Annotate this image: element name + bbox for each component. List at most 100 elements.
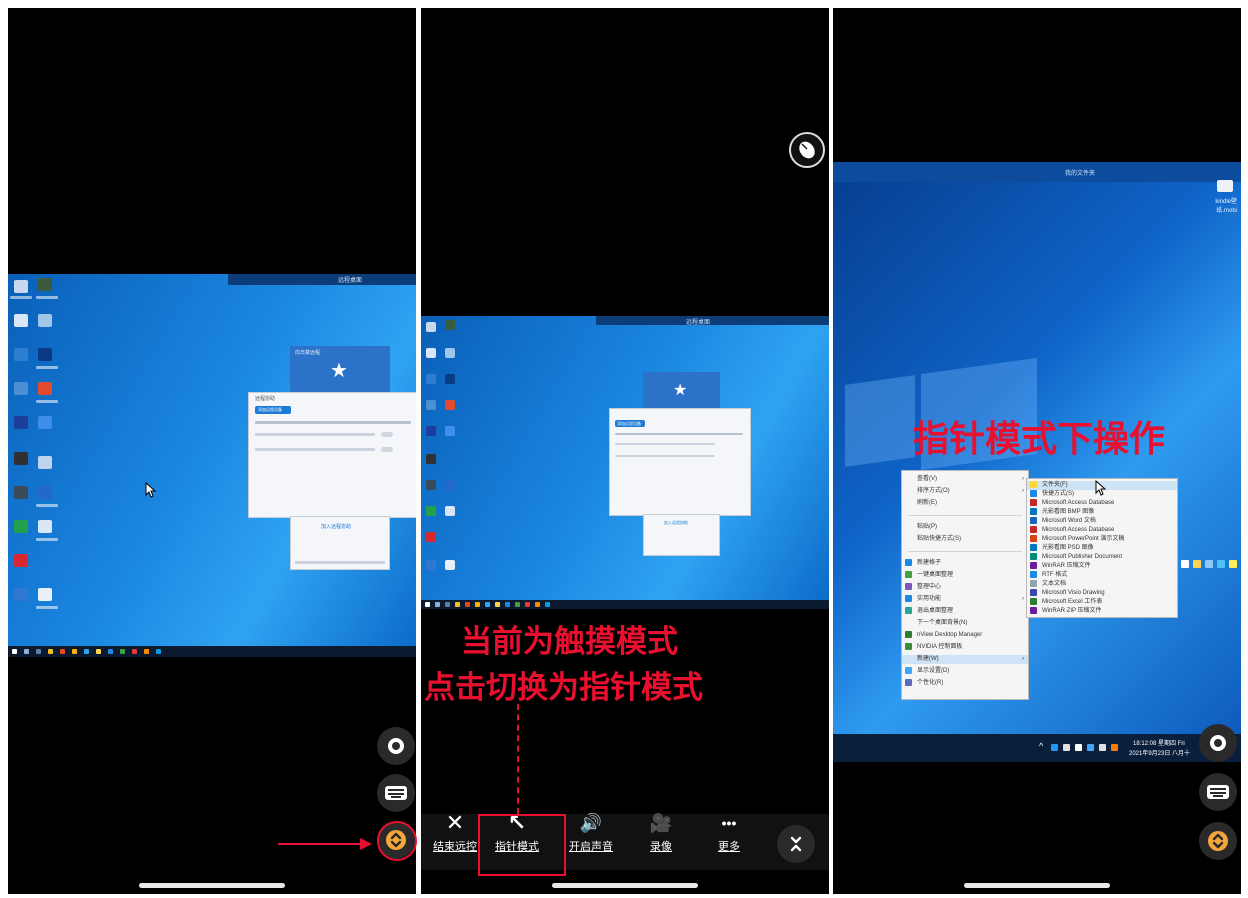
desktop-icon[interactable] — [445, 348, 455, 358]
context-menu-item[interactable]: 排序方式(O) › — [902, 487, 1028, 496]
desktop-icon[interactable] — [426, 454, 436, 464]
submenu-item[interactable]: Microsoft Excel 工作表 — [1027, 598, 1177, 607]
submenu-item[interactable]: Microsoft PowerPoint 演示文稿 — [1027, 535, 1177, 544]
file-icon[interactable] — [1217, 180, 1233, 192]
desktop-icon[interactable] — [426, 348, 436, 358]
clock-date[interactable]: 2021年9月23日 八月十 — [1129, 748, 1190, 757]
taskbar-icon[interactable] — [120, 649, 125, 654]
sound-button[interactable]: 🔊 开启声音 — [561, 808, 621, 868]
context-menu-item[interactable]: 粘贴(P) — [902, 523, 1028, 532]
submenu-item[interactable]: RTF 格式 — [1027, 571, 1177, 580]
taskbar-icon[interactable] — [525, 602, 530, 607]
tray-icon[interactable] — [1063, 744, 1070, 751]
home-indicator[interactable] — [964, 883, 1110, 888]
desktop-icon[interactable] — [426, 400, 436, 410]
tray-icon[interactable] — [1181, 560, 1189, 568]
context-menu-item[interactable]: 粘贴快捷方式(S) — [902, 535, 1028, 544]
taskbar-icon[interactable] — [535, 602, 540, 607]
sunlogin-main-window[interactable]: 添加远程设备 — [609, 408, 751, 516]
start-icon[interactable] — [425, 602, 430, 607]
desktop-icon[interactable] — [14, 486, 28, 499]
desktop-icon[interactable] — [38, 588, 52, 601]
taskbar-icon[interactable] — [108, 649, 113, 654]
tray-icon[interactable] — [1087, 744, 1094, 751]
tray-icon[interactable] — [1099, 744, 1106, 751]
taskbar-icon[interactable] — [505, 602, 510, 607]
desktop-icon[interactable] — [14, 280, 28, 293]
sunlogin-bottom-window[interactable]: 加入远程协助 — [290, 516, 390, 570]
desktop-icon[interactable] — [38, 348, 52, 361]
desktop-icon[interactable] — [445, 374, 455, 384]
context-menu-item[interactable]: 退出桌面整理 — [902, 607, 1028, 616]
taskbar-icon[interactable] — [84, 649, 89, 654]
desktop-icon[interactable] — [14, 416, 28, 429]
taskbar-icon[interactable] — [144, 649, 149, 654]
context-menu-item[interactable]: 刷新(E) — [902, 499, 1028, 508]
table-row[interactable] — [255, 433, 375, 436]
taskbar-icon[interactable] — [60, 649, 65, 654]
keyboard-button[interactable] — [377, 774, 415, 812]
desktop-icon[interactable] — [14, 554, 28, 567]
taskbar-icon[interactable] — [72, 649, 77, 654]
desktop-icon[interactable] — [14, 348, 28, 361]
desktop-icon[interactable] — [426, 322, 436, 332]
submenu-item[interactable]: Microsoft Visio Drawing — [1027, 589, 1177, 598]
taskbar-icon[interactable] — [545, 602, 550, 607]
sunlogin-main-window[interactable]: 远程协助 添加远程设备 — [248, 392, 416, 518]
keyboard-button[interactable] — [1199, 773, 1237, 811]
submenu-item[interactable]: Microsoft Word 文档 — [1027, 517, 1177, 526]
tray-icon[interactable] — [1193, 560, 1201, 568]
expand-toolbar-button[interactable] — [1199, 822, 1237, 860]
desktop-icon[interactable] — [426, 374, 436, 384]
desktop-icon[interactable] — [38, 520, 52, 533]
desktop-icon[interactable] — [14, 588, 28, 601]
taskbar-icon[interactable] — [48, 649, 53, 654]
desktop-icon[interactable] — [14, 520, 28, 533]
end-remote-button[interactable]: ✕ 结束远控 — [425, 808, 485, 868]
taskbar-icon[interactable] — [515, 602, 520, 607]
taskbar-icon[interactable] — [24, 649, 29, 654]
submenu-item[interactable]: 光影看图 BMP 图像 — [1027, 508, 1177, 517]
remote-desktop-2[interactable]: 远程桌面 ★ 添加远程设备 加入远程协助 — [421, 316, 829, 609]
desktop-icon[interactable] — [38, 382, 52, 395]
tray-icon[interactable] — [1229, 560, 1237, 568]
tray-icon[interactable] — [1205, 560, 1213, 568]
desktop-icon[interactable] — [38, 456, 52, 469]
context-menu-item[interactable]: 查看(V) › — [902, 475, 1028, 484]
tray-icon[interactable] — [1075, 744, 1082, 751]
taskbar-icon[interactable] — [36, 649, 41, 654]
desktop-icon[interactable] — [38, 278, 52, 291]
desktop-icon[interactable] — [38, 416, 52, 429]
taskbar-icon[interactable] — [475, 602, 480, 607]
desktop-icon[interactable] — [14, 314, 28, 327]
mode-ring-button[interactable] — [1199, 724, 1237, 762]
context-menu-item[interactable]: 新建(W) › — [902, 655, 1028, 664]
toggle-switch[interactable] — [381, 432, 393, 437]
record-button[interactable]: 🎥 录像 — [631, 808, 691, 868]
desktop-icon[interactable] — [426, 506, 436, 516]
more-button[interactable]: ••• 更多 — [699, 808, 759, 868]
join-assist-label[interactable]: 加入远程协助 — [664, 520, 688, 526]
window-tab[interactable]: 远程协助 — [255, 395, 275, 402]
desktop-icon[interactable] — [38, 314, 52, 327]
desktop-icon[interactable] — [445, 426, 455, 436]
remote-desktop-3[interactable]: 我的文件夹 kindle壁纸.mobi 指针模式下操作 查看(V) › 排序方式(O… — [833, 162, 1241, 762]
desktop-icon[interactable] — [426, 480, 436, 490]
desktop-icon[interactable] — [445, 480, 455, 490]
add-device-button[interactable]: 添加远程设备 — [255, 406, 291, 414]
context-menu-item[interactable]: 个性化(R) — [902, 679, 1028, 688]
home-indicator[interactable] — [552, 883, 698, 888]
taskbar-icon[interactable] — [465, 602, 470, 607]
context-menu-item[interactable]: 实用功能 › — [902, 595, 1028, 604]
mode-ring-button[interactable] — [377, 727, 415, 765]
start-icon[interactable] — [12, 649, 17, 654]
table-row[interactable] — [615, 443, 715, 445]
tray-icon[interactable] — [1217, 560, 1225, 568]
tray-up-icon[interactable]: ^ — [1039, 741, 1043, 751]
submenu-item[interactable]: WinRAR ZIP 压缩文件 — [1027, 607, 1177, 616]
desktop-icon[interactable] — [14, 452, 28, 465]
collapse-toolbar-button[interactable] — [777, 825, 815, 863]
submenu-item[interactable]: Microsoft Access Database — [1027, 499, 1177, 508]
taskbar-icon[interactable] — [455, 602, 460, 607]
desktop-icon[interactable] — [445, 320, 455, 330]
